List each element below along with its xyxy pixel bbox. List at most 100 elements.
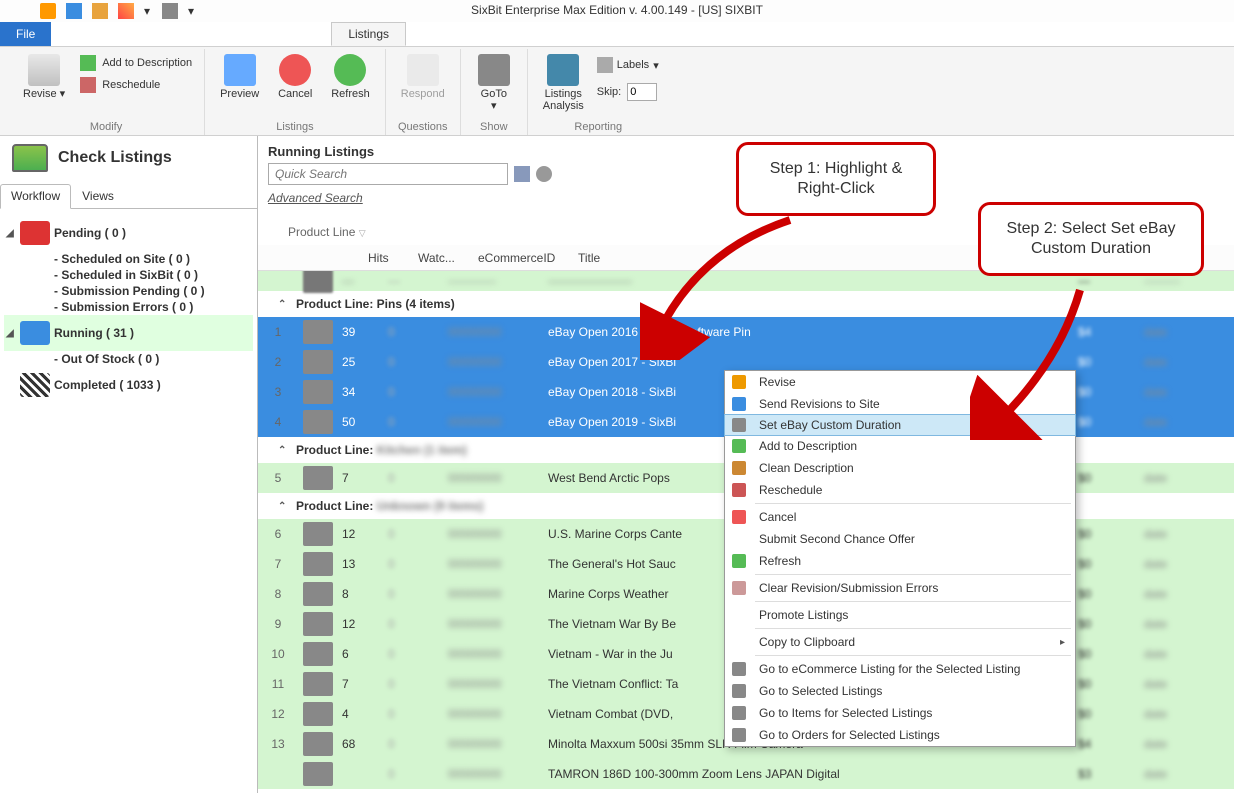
list-icon[interactable] [162, 3, 178, 19]
app-title: SixBit Enterprise Max Edition v. 4.00.14… [471, 3, 763, 17]
menu-label: Clear Revision/Submission Errors [759, 581, 938, 595]
tree-node[interactable]: - Submission Errors ( 0 ) [54, 299, 253, 315]
revise-button[interactable]: Revise ▾ [16, 49, 72, 105]
tree-node[interactable]: - Submission Pending ( 0 ) [54, 283, 253, 299]
menu-item[interactable]: Copy to Clipboard [725, 631, 1075, 653]
price-cell: $0 [1074, 617, 1134, 631]
tree-node[interactable]: - Out Of Stock ( 0 ) [54, 351, 253, 367]
ecom-cell: 00000000 [448, 385, 548, 399]
box-icon[interactable] [92, 3, 108, 19]
menu-label: Go to eCommerce Listing for the Selected… [759, 662, 1020, 676]
thumbnail [303, 672, 333, 696]
respond-button[interactable]: Respond [394, 49, 452, 105]
lbl: Running ( 31 ) [54, 326, 134, 340]
menu-item[interactable]: Cancel [725, 506, 1075, 528]
plus-doc-icon [80, 55, 96, 71]
blank-icon [729, 607, 749, 623]
goto-icon [478, 54, 510, 86]
labels-button[interactable]: Labels ▾ [595, 53, 661, 77]
menu-item[interactable]: Clear Revision/Submission Errors [725, 577, 1075, 599]
preview-button[interactable]: Preview [213, 49, 266, 105]
workflow-tree: ◢ Pending ( 0 ) - Scheduled on Site ( 0 … [0, 209, 257, 409]
row-number: 1 [258, 325, 298, 339]
ecom-cell: 00000000 [448, 557, 548, 571]
menu-item[interactable]: Clean Description [725, 457, 1075, 479]
chevron-down-icon[interactable]: ▾ [188, 4, 196, 18]
menu-label: Go to Items for Selected Listings [759, 706, 932, 720]
file-tab[interactable]: File [0, 22, 51, 46]
menu-item[interactable]: Promote Listings [725, 604, 1075, 626]
menu-item[interactable]: Go to Selected Listings [725, 680, 1075, 702]
reschedule-button[interactable]: Reschedule [76, 75, 196, 95]
menu-label: Refresh [759, 554, 801, 568]
lbl: GoTo [481, 88, 507, 100]
price-cell: $0 [1074, 587, 1134, 601]
listings-analysis-button[interactable]: Listings Analysis [536, 49, 591, 117]
add-to-description-button[interactable]: Add to Description [76, 53, 196, 73]
menu-item[interactable]: Refresh [725, 550, 1075, 572]
tab-views[interactable]: Views [71, 184, 125, 208]
lbl: Refresh [331, 88, 370, 100]
goto-button[interactable]: GoTo▾ [469, 49, 519, 117]
pencil-icon [729, 374, 749, 390]
hits-cell: 4 [338, 707, 388, 721]
menu-item[interactable]: Reschedule [725, 479, 1075, 501]
annotation-step1: Step 1: Highlight & Right-Click [736, 142, 936, 216]
gear-icon[interactable] [536, 166, 552, 182]
skip-input[interactable] [627, 83, 657, 101]
menu-label: Submit Second Chance Offer [759, 532, 915, 546]
ecom-cell: 00000000 [448, 415, 548, 429]
search-input[interactable] [268, 163, 508, 185]
ecom-cell: 00000000 [448, 767, 548, 781]
tree-node[interactable]: - Scheduled on Site ( 0 ) [54, 251, 253, 267]
menu-label: Set eBay Custom Duration [759, 418, 901, 432]
watch-cell: 0 [388, 355, 448, 369]
tab-listings[interactable]: Listings [331, 22, 406, 46]
tree-node-completed[interactable]: ◢ Completed ( 1033 ) [4, 367, 253, 403]
table-row[interactable]: 000000000TAMRON 186D 100-300mm Zoom Lens… [258, 759, 1234, 789]
collapse-icon[interactable]: ◢ [6, 328, 16, 339]
ribbon-tabstrip: File Listings [0, 22, 1234, 46]
thumbnail [303, 582, 333, 606]
save-icon[interactable] [66, 3, 82, 19]
broom-icon [729, 460, 749, 476]
menu-item[interactable]: Go to eCommerce Listing for the Selected… [725, 658, 1075, 680]
chevron-down-icon[interactable]: ▾ [144, 4, 152, 18]
person-icon[interactable] [40, 3, 56, 19]
search-icon[interactable] [514, 166, 530, 182]
cancel-button[interactable]: Cancel [270, 49, 320, 105]
menu-item[interactable]: Go to Items for Selected Listings [725, 702, 1075, 724]
end-cell: date [1134, 647, 1234, 661]
pencil-icon[interactable] [118, 3, 134, 19]
price-cell: $0 [1074, 647, 1134, 661]
sidebar-tabs: Workflow Views [0, 184, 257, 209]
tree-node-running[interactable]: ◢ Running ( 31 ) [4, 315, 253, 351]
tab-workflow[interactable]: Workflow [0, 184, 71, 209]
menu-item[interactable]: Submit Second Chance Offer [725, 528, 1075, 550]
menu-label: Reschedule [759, 483, 822, 497]
tree-node[interactable]: - Scheduled in SixBit ( 0 ) [54, 267, 253, 283]
col-watch[interactable]: Watc... [418, 251, 478, 265]
menu-label: Send Revisions to Site [759, 397, 880, 411]
title-cell: TAMRON 186D 100-300mm Zoom Lens JAPAN Di… [548, 767, 1074, 781]
advanced-search-link[interactable]: Advanced Search [268, 191, 363, 205]
ecom-cell: 00000000 [448, 325, 548, 339]
menu-label: Go to Selected Listings [759, 684, 882, 698]
thumbnail [303, 522, 333, 546]
thumbnail [303, 320, 333, 344]
col-ecom[interactable]: eCommerceID [478, 251, 578, 265]
col-hits[interactable]: Hits [368, 251, 418, 265]
blank-icon [729, 634, 749, 650]
link-icon [729, 705, 749, 721]
collapse-icon[interactable]: ◢ [6, 228, 16, 239]
thumbnail [303, 410, 333, 434]
row-number: 13 [258, 737, 298, 751]
tree-node-pending[interactable]: ◢ Pending ( 0 ) [4, 215, 253, 251]
refresh-button[interactable]: Refresh [324, 49, 377, 105]
end-cell: date [1134, 471, 1234, 485]
page-title: Check Listings [58, 149, 172, 167]
row-number: 12 [258, 707, 298, 721]
menu-item[interactable]: Go to Orders for Selected Listings [725, 724, 1075, 746]
end-cell: date [1134, 355, 1234, 369]
price-cell: $0 [1074, 557, 1134, 571]
